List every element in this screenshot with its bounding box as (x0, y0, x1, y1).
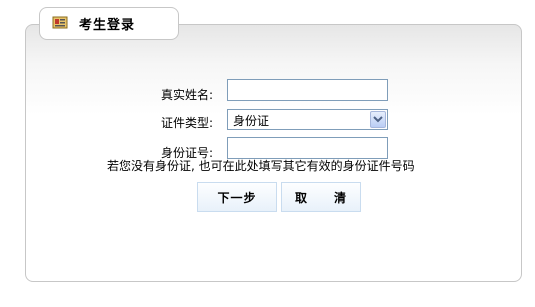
id-card-icon (52, 16, 68, 29)
id-hint-text: 若您没有身份证, 也可在此处填写其它有效的身份证件号码 (107, 159, 415, 173)
id-type-label: 证件类型: (161, 116, 214, 130)
id-number-input[interactable] (227, 137, 388, 159)
id-type-select[interactable]: 身份证 (227, 109, 388, 130)
cancel-button[interactable]: 取 清 (281, 182, 361, 212)
next-step-button[interactable]: 下一步 (197, 182, 277, 212)
real-name-input[interactable] (227, 79, 388, 101)
dropdown-button[interactable] (370, 111, 386, 128)
page-title: 考生登录 (79, 18, 136, 33)
name-label: 真实姓名: (161, 88, 214, 102)
chevron-down-icon (373, 116, 383, 123)
id-type-selected-value: 身份证 (233, 114, 270, 128)
